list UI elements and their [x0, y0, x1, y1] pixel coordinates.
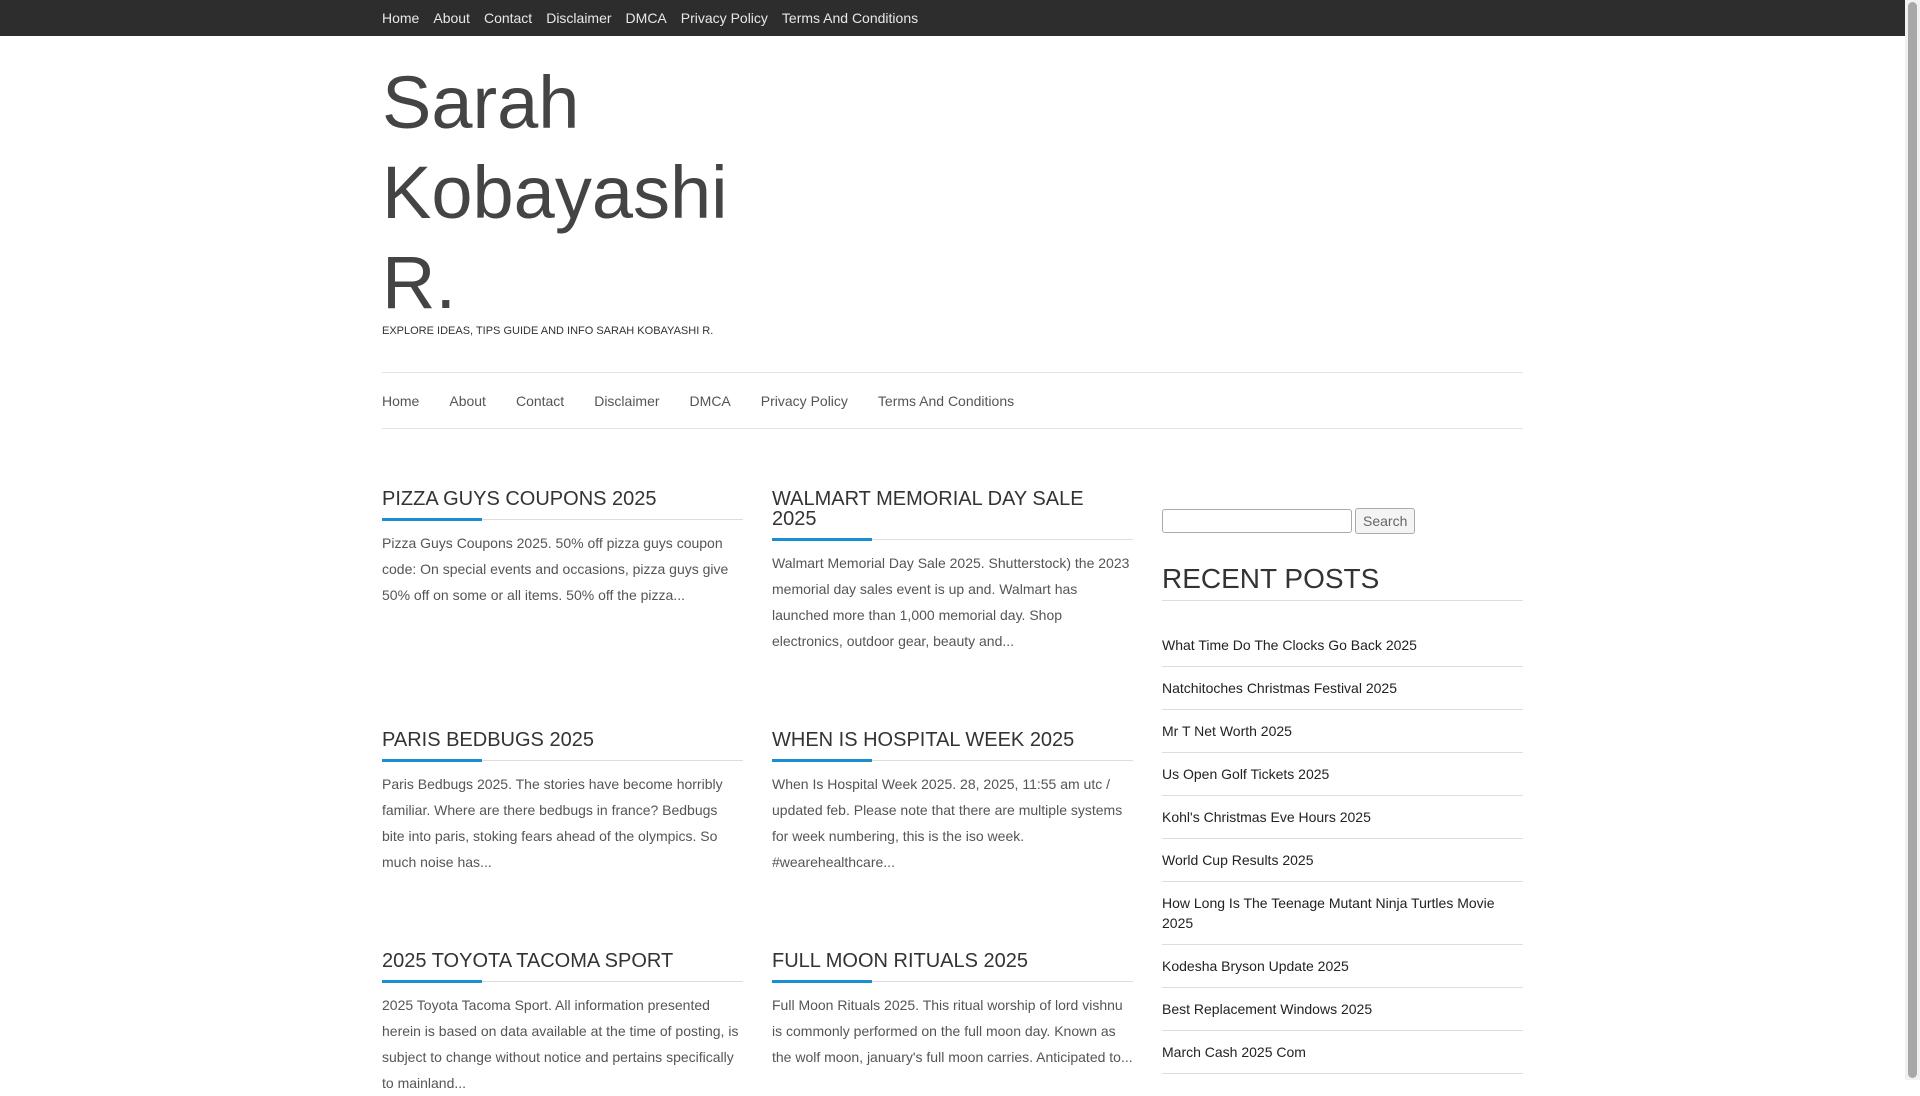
list-item: March Cash 2025 Com: [1162, 1031, 1523, 1075]
post-card: PIZZA GUYS COUPONS 2025 Pizza Guys Coupo…: [382, 489, 743, 608]
post-excerpt: Pizza Guys Coupons 2025. 50% off pizza g…: [382, 535, 729, 603]
recent-post-link[interactable]: Us Open Golf Tickets 2025: [1162, 766, 1329, 782]
recent-post-link[interactable]: What Time Do The Clocks Go Back 2025: [1162, 637, 1417, 653]
scrollbar-thumb[interactable]: [1908, 2, 1917, 1078]
main-nav-contact[interactable]: Contact: [516, 393, 564, 409]
list-item: Mr T Net Worth 2025: [1162, 710, 1523, 754]
search-input[interactable]: [1162, 509, 1352, 533]
post-excerpt: Walmart Memorial Day Sale 2025. Shutters…: [772, 555, 1130, 649]
list-item: World Cup Results 2025: [1162, 839, 1523, 883]
recent-post-link[interactable]: Natchitoches Christmas Festival 2025: [1162, 680, 1397, 696]
sidebar: Search RECENT POSTS What Time Do The Clo…: [1162, 508, 1523, 1075]
post-card: FULL MOON RITUALS 2025 Full Moon Rituals…: [772, 951, 1133, 1070]
post-title[interactable]: FULL MOON RITUALS 2025: [772, 951, 1133, 983]
site-description: EXPLORE IDEAS, TIPS GUIDE AND INFO SARAH…: [382, 325, 714, 337]
recent-post-link[interactable]: Best Replacement Windows 2025: [1162, 1001, 1372, 1017]
top-nav-about[interactable]: About: [433, 10, 470, 26]
post-excerpt: 2025 Toyota Tacoma Sport. All informatio…: [382, 997, 739, 1091]
list-item: Kohl's Christmas Eve Hours 2025: [1162, 796, 1523, 840]
top-nav-privacy-policy[interactable]: Privacy Policy: [681, 10, 768, 26]
top-nav-disclaimer[interactable]: Disclaimer: [546, 10, 611, 26]
recent-posts-list: What Time Do The Clocks Go Back 2025 Nat…: [1162, 624, 1523, 1075]
list-item: How Long Is The Teenage Mutant Ninja Tur…: [1162, 882, 1523, 946]
list-item: Kodesha Bryson Update 2025: [1162, 945, 1523, 989]
page-scrollbar[interactable]: [1905, 0, 1920, 1080]
post-card: WHEN IS HOSPITAL WEEK 2025 When Is Hospi…: [772, 730, 1133, 875]
site-title[interactable]: Sarah Kobayashi R.: [382, 58, 762, 328]
recent-post-link[interactable]: World Cup Results 2025: [1162, 852, 1313, 868]
list-item: Best Replacement Windows 2025: [1162, 988, 1523, 1032]
top-nav-dmca[interactable]: DMCA: [626, 10, 667, 26]
search-button[interactable]: Search: [1355, 508, 1416, 534]
recent-post-link[interactable]: Kohl's Christmas Eve Hours 2025: [1162, 809, 1371, 825]
top-nav-home[interactable]: Home: [382, 10, 419, 26]
post-title[interactable]: PIZZA GUYS COUPONS 2025: [382, 489, 743, 521]
main-nav-privacy-policy[interactable]: Privacy Policy: [761, 393, 848, 409]
top-nav-contact[interactable]: Contact: [484, 10, 532, 26]
search-form: Search: [1162, 508, 1523, 534]
post-title[interactable]: WALMART MEMORIAL DAY SALE 2025: [772, 489, 1133, 541]
recent-post-link[interactable]: Kodesha Bryson Update 2025: [1162, 958, 1349, 974]
post-card: 2025 TOYOTA TACOMA SPORT 2025 Toyota Tac…: [382, 951, 743, 1096]
main-nav-home[interactable]: Home: [382, 393, 419, 409]
recent-post-link[interactable]: Mr T Net Worth 2025: [1162, 723, 1292, 739]
post-excerpt: Full Moon Rituals 2025. This ritual wors…: [772, 997, 1133, 1065]
list-item: What Time Do The Clocks Go Back 2025: [1162, 624, 1523, 668]
post-excerpt: When Is Hospital Week 2025. 28, 2025, 11…: [772, 776, 1123, 870]
recent-post-link[interactable]: How Long Is The Teenage Mutant Ninja Tur…: [1162, 895, 1495, 931]
top-nav-terms[interactable]: Terms And Conditions: [782, 10, 918, 26]
post-card: WALMART MEMORIAL DAY SALE 2025 Walmart M…: [772, 489, 1133, 654]
main-nav-terms[interactable]: Terms And Conditions: [878, 393, 1014, 409]
main-nav-dmca[interactable]: DMCA: [690, 393, 731, 409]
main-nav-disclaimer[interactable]: Disclaimer: [594, 393, 659, 409]
top-nav: Home About Contact Disclaimer DMCA Priva…: [382, 0, 932, 36]
main-nav: Home About Contact Disclaimer DMCA Priva…: [382, 372, 1523, 429]
post-card: PARIS BEDBUGS 2025 Paris Bedbugs 2025. T…: [382, 730, 743, 875]
post-title[interactable]: 2025 TOYOTA TACOMA SPORT: [382, 951, 743, 983]
list-item: Us Open Golf Tickets 2025: [1162, 753, 1523, 797]
recent-posts-heading: RECENT POSTS: [1162, 564, 1523, 601]
post-title[interactable]: WHEN IS HOSPITAL WEEK 2025: [772, 730, 1133, 762]
top-bar: Home About Contact Disclaimer DMCA Priva…: [0, 0, 1905, 36]
main-nav-about[interactable]: About: [449, 393, 486, 409]
post-title[interactable]: PARIS BEDBUGS 2025: [382, 730, 743, 762]
recent-post-link[interactable]: March Cash 2025 Com: [1162, 1044, 1306, 1060]
post-excerpt: Paris Bedbugs 2025. The stories have bec…: [382, 776, 723, 870]
list-item: Natchitoches Christmas Festival 2025: [1162, 667, 1523, 711]
